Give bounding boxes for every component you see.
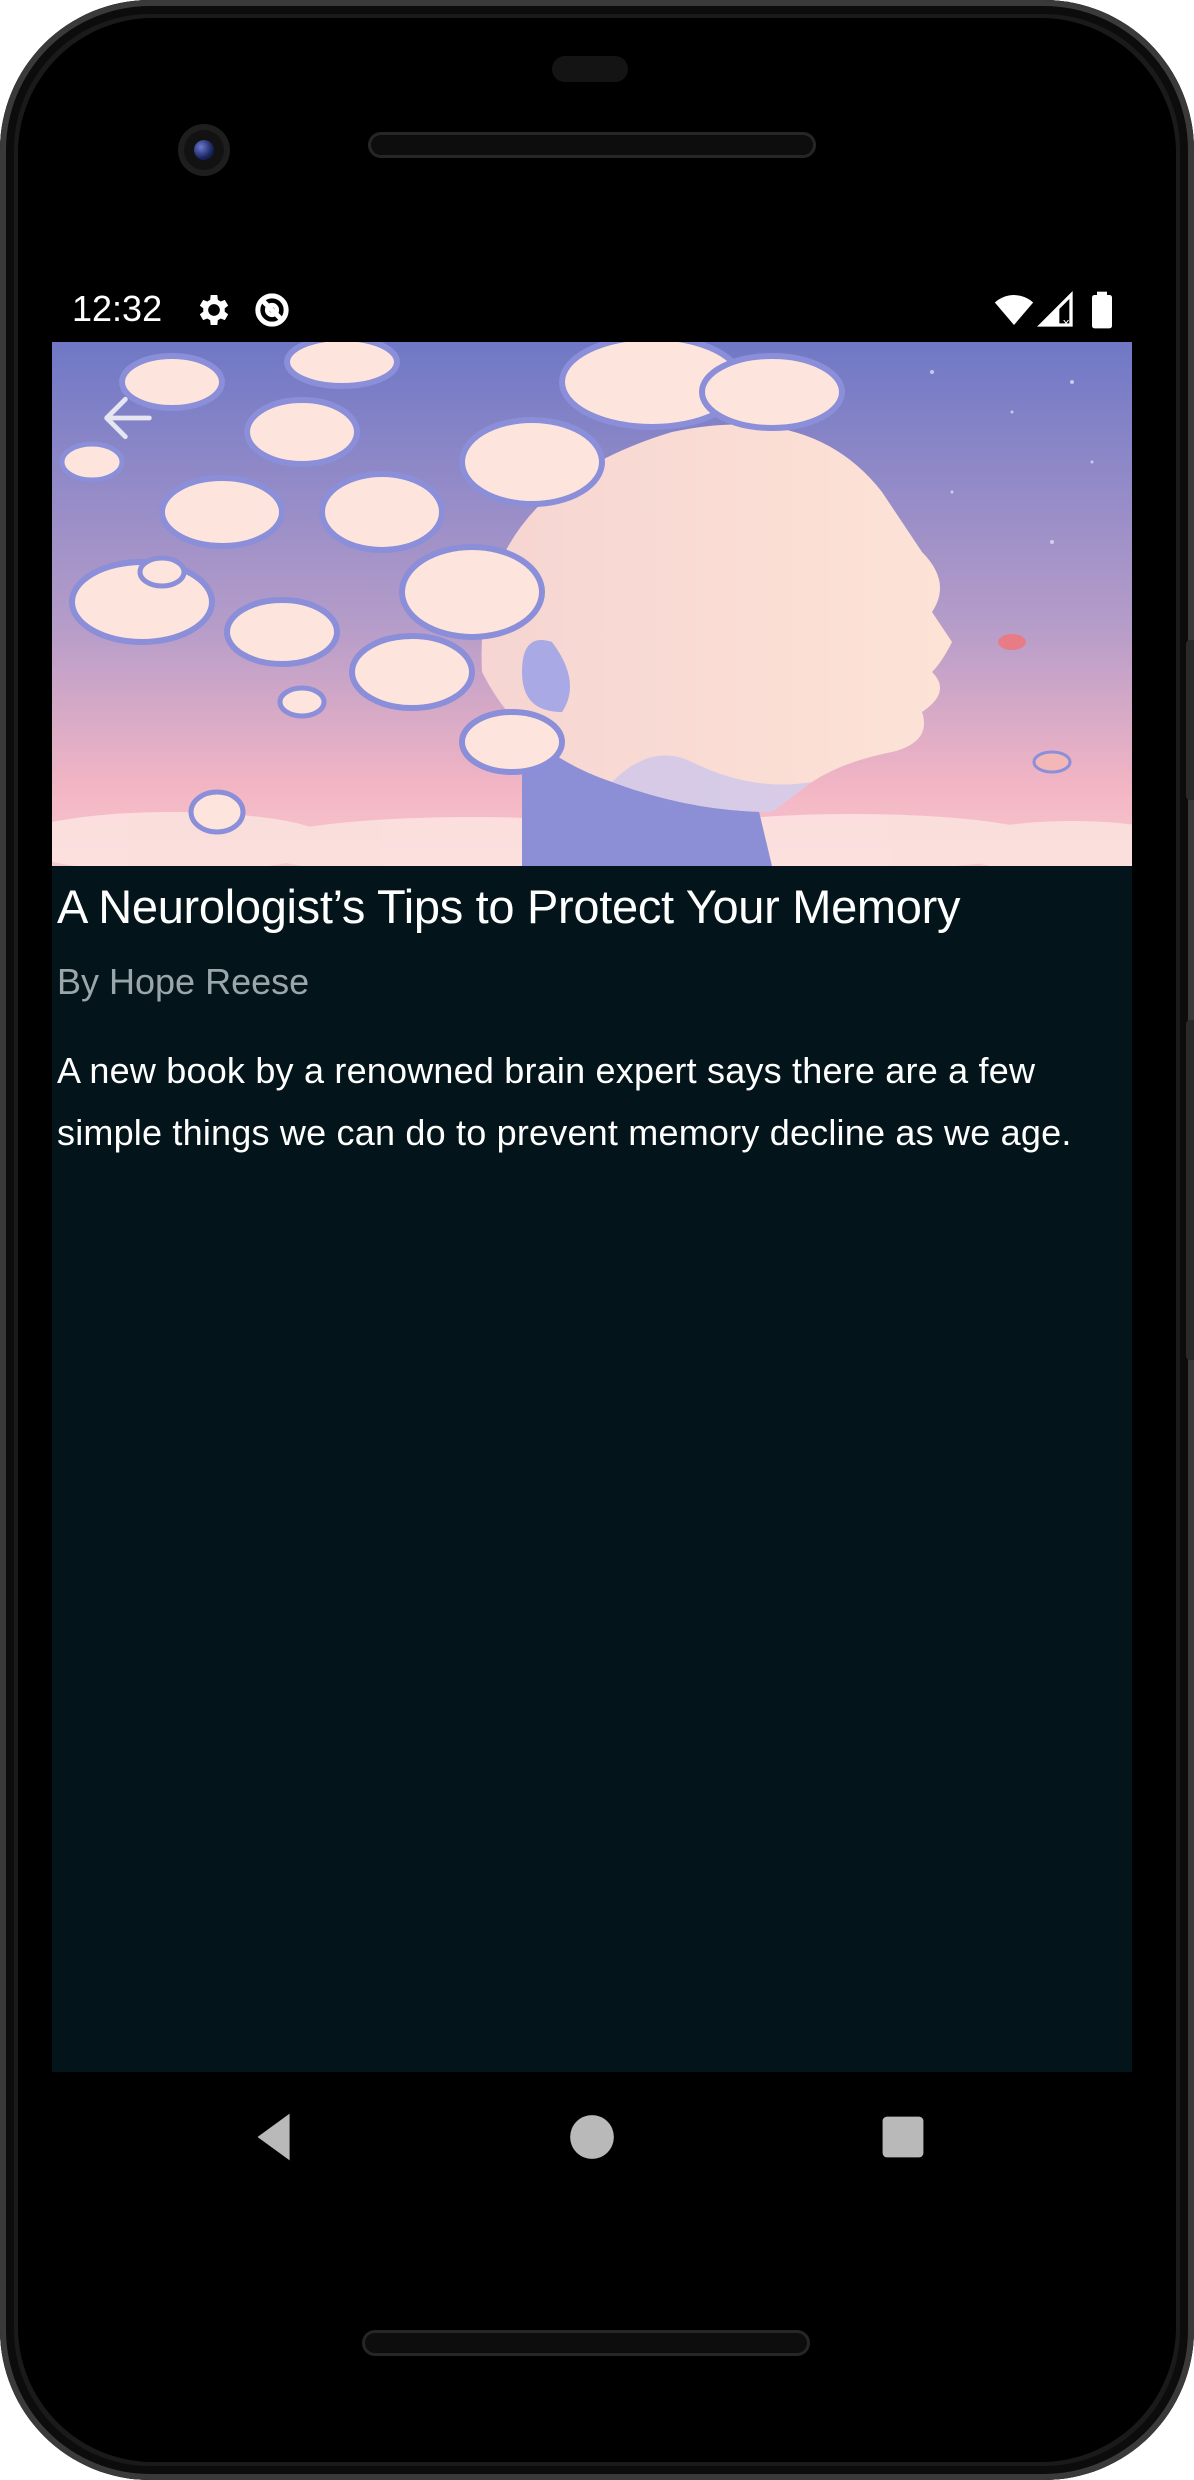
top-speaker-grille (368, 132, 816, 158)
power-button (1186, 640, 1194, 800)
back-arrow-icon[interactable] (96, 386, 160, 450)
svg-text:x: x (1063, 316, 1070, 330)
recents-square-icon[interactable] (868, 2102, 938, 2172)
system-nav-bar (52, 2072, 1132, 2202)
home-circle-icon[interactable] (557, 2102, 627, 2172)
article-author: By Hope Reese (57, 961, 310, 1002)
back-triangle-icon[interactable] (240, 2102, 310, 2172)
wifi-icon (994, 295, 1034, 325)
status-bar: 12:32 x (52, 280, 1132, 340)
no-sync-icon (255, 293, 289, 327)
head-with-clouds-illustration (52, 342, 1132, 866)
hero-image (52, 342, 1132, 866)
bottom-speaker-grille (362, 2330, 810, 2356)
volume-button (1186, 1020, 1194, 1360)
status-time: 12:32 (72, 288, 163, 329)
signal-icon: x (1036, 290, 1073, 330)
article-summary: A new book by a renowned brain expert sa… (57, 1050, 1072, 1153)
app-screen: A Neurologist’s Tips to Protect Your Mem… (52, 342, 1132, 2072)
gear-icon (199, 295, 229, 325)
front-camera (178, 124, 230, 176)
battery-icon (1092, 291, 1112, 329)
top-sensor (552, 56, 628, 82)
article-title: A Neurologist’s Tips to Protect Your Mem… (57, 880, 961, 933)
